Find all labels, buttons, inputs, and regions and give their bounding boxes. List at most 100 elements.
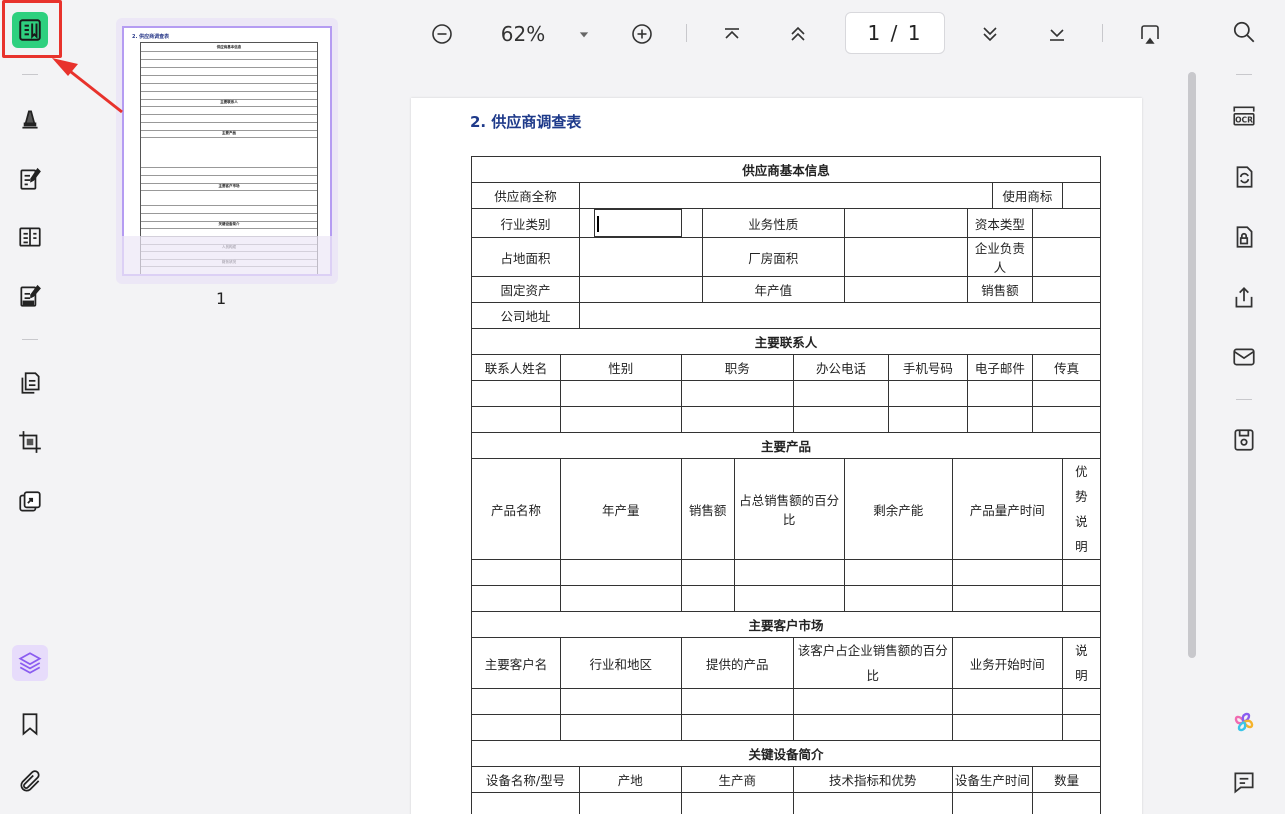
table-cell[interactable] — [471, 559, 561, 586]
table-cell[interactable] — [471, 792, 580, 814]
table-cell[interactable] — [578, 792, 682, 814]
field-value[interactable] — [1032, 237, 1101, 277]
zoom-out-button[interactable] — [428, 16, 456, 52]
field-label: 资本类型 — [966, 208, 1034, 238]
bookmark-panel-button[interactable] — [12, 706, 48, 742]
form-icon — [19, 227, 41, 247]
table-cell[interactable] — [680, 585, 735, 612]
field-value[interactable] — [1061, 182, 1102, 209]
crop-tool-button[interactable] — [12, 424, 48, 460]
field-value[interactable] — [843, 276, 968, 303]
view-toolbar: 62% 1 / 1 — [380, 0, 1200, 68]
table-cell[interactable] — [680, 380, 794, 407]
table-cell[interactable] — [559, 406, 682, 433]
presentation-button[interactable] — [1135, 16, 1165, 52]
table-cell[interactable] — [680, 559, 735, 586]
ocr-button[interactable]: OCR — [1230, 102, 1258, 130]
table-cell[interactable] — [843, 559, 953, 586]
compress-tool-button[interactable] — [12, 484, 48, 520]
table-cell[interactable] — [680, 792, 794, 814]
table-cell[interactable] — [559, 380, 682, 407]
attachment-panel-button[interactable] — [12, 764, 48, 800]
table-cell[interactable] — [559, 585, 682, 612]
table-cell[interactable] — [471, 585, 561, 612]
convert-button[interactable] — [1230, 163, 1258, 191]
column-header: 年产量 — [559, 458, 682, 560]
table-cell[interactable] — [792, 380, 890, 407]
table-cell[interactable] — [951, 688, 1063, 715]
ai-assistant-button[interactable] — [1230, 708, 1258, 736]
table-cell[interactable] — [680, 714, 794, 741]
table-cell[interactable] — [1061, 585, 1102, 612]
field-value[interactable] — [578, 276, 703, 303]
table-cell[interactable] — [471, 406, 561, 433]
table-cell[interactable] — [1061, 714, 1102, 741]
table-cell[interactable] — [966, 406, 1034, 433]
column-header: 占总销售额的百分比 — [733, 458, 845, 560]
document-viewport[interactable]: 2. 供应商调查表 供应商基本信息 供应商全称 使用商标 行业类别 业务性质 资… — [380, 68, 1200, 814]
edit-tool-button[interactable] — [12, 161, 48, 197]
table-cell[interactable] — [1061, 688, 1102, 715]
layers-icon — [18, 652, 42, 674]
field-value[interactable] — [843, 237, 968, 277]
table-cell[interactable] — [559, 714, 682, 741]
table-cell[interactable] — [733, 585, 845, 612]
field-value[interactable] — [578, 302, 1102, 329]
first-page-button[interactable] — [718, 16, 746, 52]
next-page-button[interactable] — [976, 16, 1004, 52]
form-tool-button[interactable] — [12, 219, 48, 255]
share-button[interactable] — [1230, 284, 1258, 312]
zoom-dropdown-button[interactable] — [574, 16, 594, 52]
comments-panel-button[interactable] — [1230, 768, 1258, 796]
field-value[interactable] — [578, 237, 703, 277]
table-cell[interactable] — [792, 714, 953, 741]
table-cell[interactable] — [792, 792, 953, 814]
table-cell[interactable] — [888, 406, 968, 433]
table-cell[interactable] — [1032, 380, 1101, 407]
table-cell[interactable] — [1061, 559, 1102, 586]
comment-tool-button[interactable] — [12, 101, 48, 137]
zoom-level[interactable]: 62% — [498, 16, 548, 52]
table-cell[interactable] — [843, 585, 953, 612]
table-cell[interactable] — [471, 688, 561, 715]
field-value[interactable] — [843, 208, 968, 238]
rail-divider — [22, 339, 38, 340]
field-value[interactable] — [578, 182, 993, 209]
email-button[interactable] — [1230, 343, 1258, 371]
table-cell[interactable] — [951, 559, 1063, 586]
organize-pages-button[interactable] — [12, 365, 48, 401]
table-cell[interactable] — [951, 792, 1034, 814]
table-cell[interactable] — [951, 585, 1063, 612]
table-cell[interactable] — [966, 380, 1034, 407]
last-page-button[interactable] — [1043, 16, 1071, 52]
field-value[interactable] — [1032, 276, 1101, 303]
table-cell[interactable] — [559, 688, 682, 715]
supplier-survey-table: 供应商基本信息 供应商全称 使用商标 行业类别 业务性质 资本类型 占地面积 厂… — [471, 156, 1102, 814]
table-cell[interactable] — [471, 714, 561, 741]
layers-panel-button[interactable] — [12, 645, 48, 681]
table-cell[interactable] — [559, 559, 682, 586]
vertical-scrollbar[interactable] — [1188, 72, 1196, 658]
table-cell[interactable] — [471, 380, 561, 407]
table-cell[interactable] — [792, 688, 953, 715]
double-chevron-up-icon — [791, 26, 805, 41]
industry-input[interactable] — [578, 208, 703, 238]
page-thumbnail[interactable]: 2. 供应商调查表 供应商基本信息 主要联系人 主要产品 主要客户市场 关键设备… — [116, 18, 338, 284]
table-cell[interactable] — [951, 714, 1063, 741]
toolbar-divider — [686, 24, 687, 42]
table-cell[interactable] — [680, 406, 794, 433]
table-cell[interactable] — [1032, 406, 1101, 433]
previous-page-button[interactable] — [784, 16, 812, 52]
page-number-input[interactable]: 1 / 1 — [845, 12, 945, 54]
field-value[interactable] — [1032, 208, 1101, 238]
table-cell[interactable] — [1032, 792, 1101, 814]
table-cell[interactable] — [792, 406, 890, 433]
save-button[interactable] — [1230, 426, 1258, 454]
sign-tool-button[interactable] — [12, 278, 48, 314]
search-button[interactable] — [1230, 18, 1258, 46]
table-cell[interactable] — [733, 559, 845, 586]
zoom-in-button[interactable] — [628, 16, 656, 52]
table-cell[interactable] — [888, 380, 968, 407]
table-cell[interactable] — [680, 688, 794, 715]
protect-button[interactable] — [1230, 223, 1258, 251]
